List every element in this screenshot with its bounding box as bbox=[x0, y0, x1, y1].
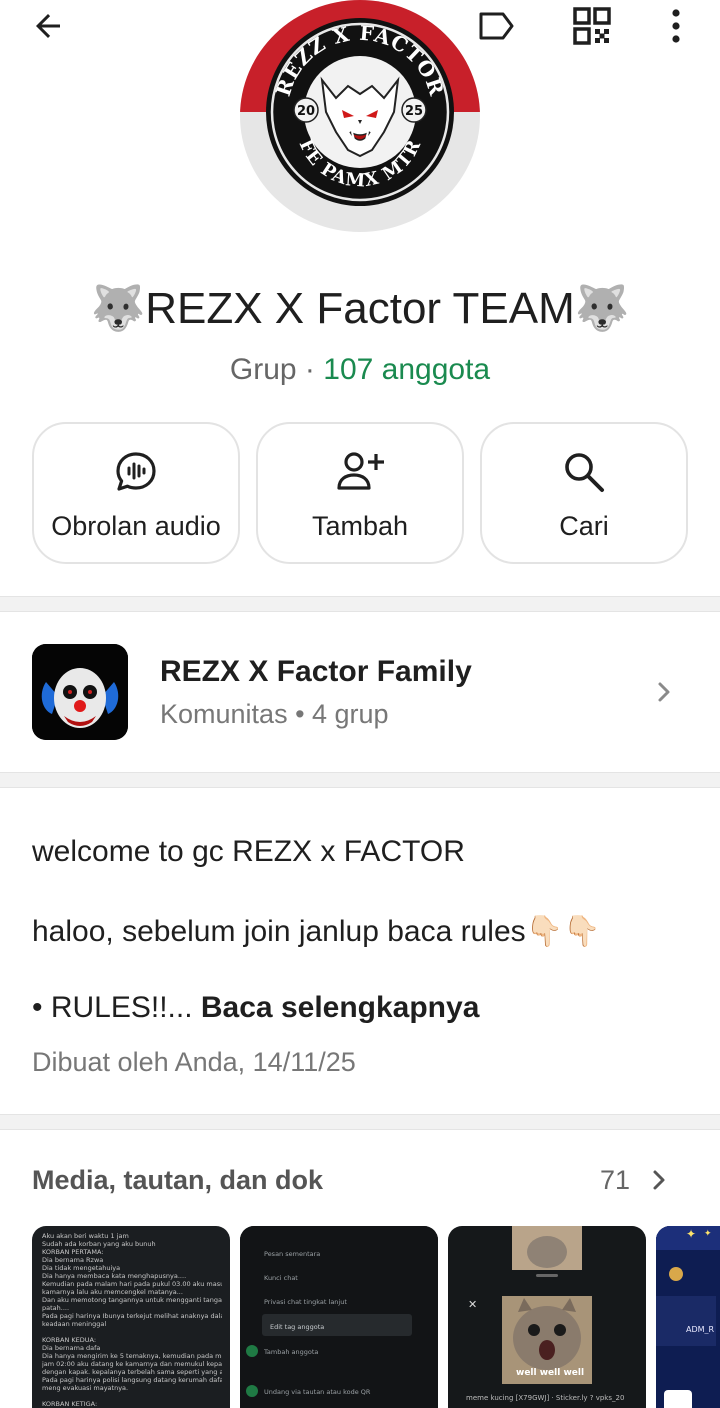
media-thumbnail[interactable]: Pesan sementara Kunci chat Privasi chat … bbox=[240, 1226, 438, 1408]
group-subtitle: Grup · 107 anggota bbox=[0, 350, 720, 390]
search-icon bbox=[565, 453, 604, 492]
audio-chat-button[interactable]: Obrolan audio bbox=[32, 422, 240, 564]
action-buttons: Obrolan audio Tambah Cari bbox=[32, 422, 688, 564]
chevron-right-icon bbox=[653, 1170, 665, 1190]
logo-year-left: 20 bbox=[297, 104, 315, 119]
description-rules-text: • RULES!!... bbox=[32, 991, 193, 1024]
subtitle-separator: · bbox=[296, 353, 324, 386]
read-more-link[interactable]: Baca selengkapnya bbox=[201, 991, 479, 1024]
community-avatar bbox=[32, 644, 128, 740]
created-by-text: Dibuat oleh Anda, 14/11/25 bbox=[32, 1047, 356, 1077]
sticker-caption: well well well bbox=[516, 1368, 585, 1378]
add-person-icon bbox=[337, 452, 384, 490]
more-options-button[interactable] bbox=[654, 6, 698, 46]
media-thumbnails: Aku akan beri waktu 1 jam Sudah ada korb… bbox=[0, 1226, 720, 1408]
add-member-label: Tambah bbox=[311, 511, 409, 541]
group-avatar[interactable]: 20 25 REZZ X FACTOR FE PAMX MTR bbox=[240, 0, 480, 232]
media-thumbnail[interactable]: ✦ ✦ ADM_R bbox=[656, 1226, 720, 1408]
search-button[interactable]: Cari bbox=[480, 422, 688, 564]
settings-row-text: Kunci chat bbox=[264, 1274, 298, 1282]
svg-text:✦: ✦ bbox=[686, 1227, 696, 1241]
audio-chat-label: Obrolan audio bbox=[51, 511, 221, 541]
media-thumbnail[interactable]: ✕ well well well meme kucing [X79GWJ] · … bbox=[448, 1226, 646, 1408]
group-type: Grup bbox=[229, 353, 297, 386]
settings-row-text: Tambah anggota bbox=[264, 1348, 319, 1356]
settings-row-text: Privasi chat tingkat lanjut bbox=[264, 1298, 347, 1306]
svg-text:✕: ✕ bbox=[468, 1298, 477, 1311]
chevron-right-icon bbox=[658, 682, 670, 702]
media-count: 71 bbox=[599, 1165, 630, 1195]
qr-code-button[interactable] bbox=[570, 6, 614, 46]
community-name: REZX X Factor Family bbox=[160, 655, 472, 688]
more-vert-icon bbox=[672, 9, 680, 43]
label-button[interactable] bbox=[474, 6, 518, 46]
media-section-title: Media, tautan, dan dok bbox=[32, 1165, 324, 1195]
back-button[interactable] bbox=[26, 6, 70, 46]
member-count-link[interactable]: 107 anggota bbox=[323, 353, 490, 386]
description-line: • RULES!!... Baca selengkapnya bbox=[32, 988, 479, 1028]
section-divider bbox=[0, 596, 720, 612]
search-label: Cari bbox=[559, 511, 609, 541]
arrow-back-icon bbox=[36, 14, 60, 38]
settings-row-text: Pesan sementara bbox=[264, 1250, 321, 1258]
thumbnail-text: Aku akan beri waktu 1 jam Sudah ada korb… bbox=[42, 1232, 222, 1408]
media-thumbnail[interactable]: Aku akan beri waktu 1 jam Sudah ada korb… bbox=[32, 1226, 230, 1408]
group-description: welcome to gc REZX x FACTOR haloo, sebel… bbox=[0, 788, 720, 1114]
label-tag-icon bbox=[479, 12, 514, 40]
community-subtitle: Komunitas • 4 grup bbox=[160, 699, 389, 729]
audio-chat-icon bbox=[116, 452, 156, 491]
community-row[interactable]: REZX X Factor Family Komunitas • 4 grup bbox=[0, 612, 720, 772]
sticker-meta: meme kucing [X79GWJ] · Sticker.ly ? vpks… bbox=[466, 1394, 625, 1402]
game-screen-text: ADM_R bbox=[686, 1326, 715, 1334]
media-links-docs-row[interactable]: Media, tautan, dan dok 71 bbox=[32, 1160, 688, 1200]
settings-row-text: Undang via tautan atau kode QR bbox=[264, 1388, 371, 1396]
section-divider bbox=[0, 772, 720, 788]
logo-year-right: 25 bbox=[405, 104, 423, 119]
section-divider bbox=[0, 1114, 720, 1130]
settings-row-text: Edit tag anggota bbox=[270, 1323, 325, 1331]
description-line: haloo, sebelum join janlup baca rules👇🏻👇… bbox=[32, 915, 601, 948]
qr-code-icon bbox=[573, 7, 611, 45]
add-member-button[interactable]: Tambah bbox=[256, 422, 464, 564]
group-name: 🐺REZX X Factor TEAM🐺 bbox=[90, 284, 630, 333]
svg-text:✦: ✦ bbox=[704, 1229, 712, 1239]
description-line: welcome to gc REZX x FACTOR bbox=[32, 835, 465, 868]
